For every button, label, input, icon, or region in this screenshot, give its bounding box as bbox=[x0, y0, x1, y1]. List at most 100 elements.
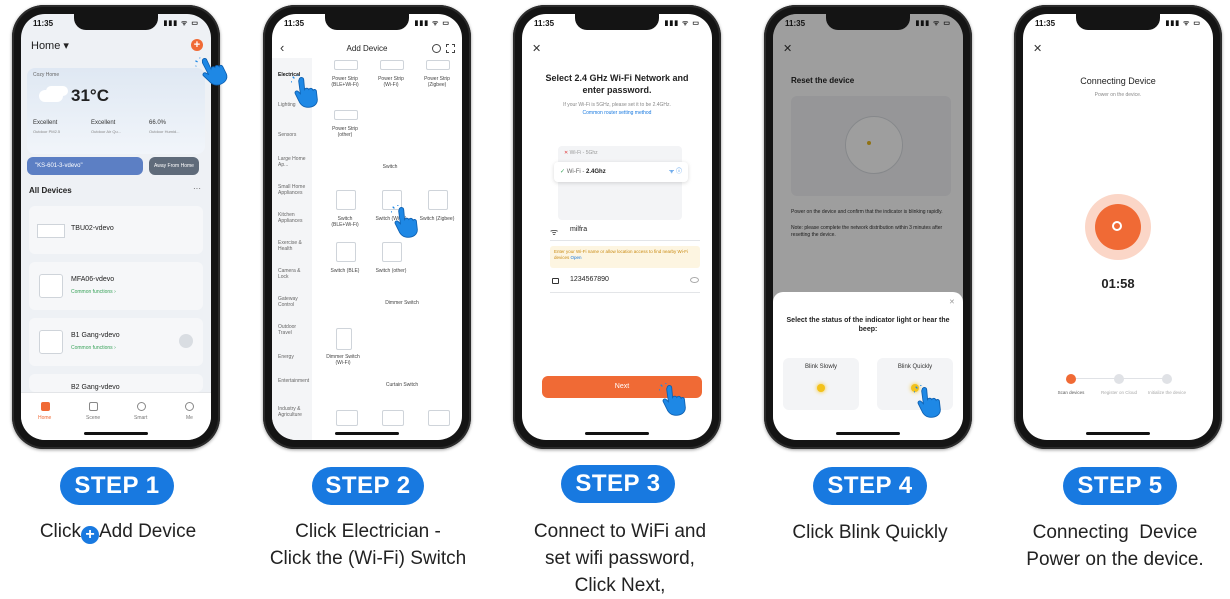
nav-me-icon[interactable] bbox=[185, 402, 194, 411]
section-dimmer: Dimmer Switch bbox=[385, 300, 419, 306]
notch bbox=[575, 14, 659, 30]
curtain-switch-icon[interactable] bbox=[382, 410, 404, 426]
sheet-title: Select the status of the indicator light… bbox=[786, 317, 950, 333]
nav-smart[interactable]: Smart bbox=[134, 415, 147, 421]
product-power-strip-other[interactable]: Power Strip (other) bbox=[327, 126, 363, 138]
step-3-badge: STEP 3 bbox=[561, 465, 675, 503]
bulb-icon bbox=[817, 384, 825, 392]
category-small-home[interactable]: Small Home Appliances bbox=[278, 184, 310, 196]
scan-icon[interactable] bbox=[432, 44, 441, 53]
blink-quickly-label: Blink Quickly bbox=[897, 364, 933, 370]
device-name-3: B1 Gang-vdevo bbox=[71, 332, 120, 339]
product-switch-other[interactable]: Switch (other) bbox=[373, 268, 409, 274]
category-kitchen[interactable]: Kitchen Appliances bbox=[278, 212, 310, 224]
wifi-title: Select 2.4 GHz Wi-Fi Network and enter p… bbox=[545, 73, 689, 95]
open-link[interactable]: Open bbox=[571, 255, 582, 260]
pointing-hand-icon bbox=[659, 383, 693, 417]
status-time: 11:35 bbox=[534, 19, 555, 28]
scene-button-1[interactable]: "KS-601-3-vdevo" bbox=[27, 157, 143, 175]
category-exercise[interactable]: Exercise & Health bbox=[278, 240, 310, 252]
weather-value-3: 66.0% bbox=[149, 120, 167, 126]
step-3-caption-line-1: Connect to WiFi and bbox=[533, 521, 707, 542]
location-warning: Enter your Wi-Fi name or allow location … bbox=[550, 246, 700, 268]
connecting-title: Connecting Device bbox=[1080, 76, 1156, 86]
step-dot-register bbox=[1114, 374, 1124, 384]
wifi-5g-label: Wi-Fi - 5Ghz bbox=[569, 150, 598, 156]
pointing-hand-icon bbox=[914, 385, 948, 419]
power-strip-icon[interactable] bbox=[334, 110, 358, 120]
nav-smart-icon[interactable] bbox=[137, 402, 146, 411]
search-icon bbox=[1112, 221, 1122, 231]
category-industry[interactable]: Industry & Agriculture bbox=[278, 406, 310, 418]
wifi-list: ✕ Wi-Fi - 5Ghz ✓ Wi-Fi - 2.4Ghz ᯤ ⓘ bbox=[554, 146, 688, 220]
more-icon[interactable]: ··· bbox=[193, 184, 201, 193]
nav-me[interactable]: Me bbox=[186, 415, 193, 421]
switch-icon[interactable] bbox=[382, 242, 402, 262]
notch bbox=[826, 14, 910, 30]
notch bbox=[325, 14, 409, 30]
wifi-5g-item[interactable]: ✕ Wi-Fi - 5Ghz bbox=[564, 150, 598, 156]
category-gateway[interactable]: Gateway Control bbox=[278, 296, 310, 308]
step-dot-scan bbox=[1066, 374, 1076, 384]
nav-home[interactable]: Home bbox=[38, 415, 51, 421]
notch bbox=[1076, 14, 1160, 30]
power-strip-icon[interactable] bbox=[426, 60, 450, 70]
device-name-4: B2 Gang-vdevo bbox=[71, 384, 120, 391]
sheet-close-icon[interactable]: ✕ bbox=[949, 298, 955, 306]
category-large-home[interactable]: Large Home Ap... bbox=[278, 156, 310, 168]
step-5-caption-line-1: Connecting Device bbox=[1032, 522, 1198, 543]
step-2-caption: Click Electrician - Click the (Wi-Fi) Sw… bbox=[248, 518, 488, 572]
add-device-icon[interactable]: + bbox=[191, 39, 203, 51]
product-power-strip-zigbee[interactable]: Power Strip (Zigbee) bbox=[419, 76, 455, 88]
password-field[interactable]: 1234567890 bbox=[570, 276, 609, 283]
phone-2: 11:35 ▮▮▮ ᯤ ▭ ‹ Add Device Electrical Lig… bbox=[263, 5, 471, 449]
nav-home-icon[interactable] bbox=[41, 402, 50, 411]
category-outdoor[interactable]: Outdoor Travel bbox=[278, 324, 310, 336]
eye-icon[interactable] bbox=[690, 277, 699, 283]
curtain-switch-icon[interactable] bbox=[336, 410, 358, 426]
device-row-2[interactable]: MFA06-vdevo Common functions › bbox=[29, 262, 203, 310]
close-icon[interactable]: ✕ bbox=[1033, 42, 1042, 55]
dimmer-icon[interactable] bbox=[336, 328, 352, 350]
category-entertainment[interactable]: Entertainment bbox=[278, 378, 310, 384]
nav-scene-icon[interactable] bbox=[89, 402, 98, 411]
phone-1: 11:35 ▮▮▮ ᯤ ▭ Home ▾ + Cozy Home 31°C Exc… bbox=[12, 5, 220, 449]
product-power-strip-ble[interactable]: Power Strip (BLE+Wi-Fi) bbox=[327, 76, 363, 88]
status-time: 11:35 bbox=[1035, 19, 1056, 28]
category-sensors[interactable]: Sensors bbox=[278, 132, 310, 138]
switch-icon[interactable] bbox=[428, 190, 448, 210]
power-strip-icon[interactable] bbox=[334, 60, 358, 70]
nav-scene[interactable]: Scene bbox=[86, 415, 100, 421]
switch-icon[interactable] bbox=[336, 242, 356, 262]
wifi-24g-item[interactable]: ✓ Wi-Fi - 2.4Ghz ᯤ ⓘ bbox=[554, 162, 688, 182]
switch-icon[interactable] bbox=[336, 190, 356, 210]
scene-button-2[interactable]: Away From Home bbox=[149, 157, 199, 175]
blink-slowly-option[interactable]: Blink Slowly bbox=[783, 358, 859, 410]
product-power-strip-wifi[interactable]: Power Strip (Wi-Fi) bbox=[373, 76, 409, 88]
status-icons: ▮▮▮ ᯤ ▭ bbox=[915, 20, 951, 27]
qr-icon[interactable] bbox=[446, 44, 455, 53]
product-switch-ble[interactable]: Switch (BLE) bbox=[327, 268, 363, 274]
ssid-field[interactable]: milfra bbox=[570, 226, 587, 233]
device-icon bbox=[39, 274, 63, 298]
wifi-24g-name: 2.4Ghz bbox=[586, 169, 606, 175]
step-5-badge: STEP 5 bbox=[1063, 467, 1177, 505]
plus-icon: + bbox=[81, 526, 99, 544]
home-selector[interactable]: Home ▾ bbox=[31, 39, 69, 52]
device-row-4[interactable]: B2 Gang-vdevo bbox=[29, 374, 203, 392]
product-switch-ble-wifi[interactable]: Switch (BLE+Wi-Fi) bbox=[327, 216, 363, 228]
router-setting-link[interactable]: Common router setting method bbox=[532, 110, 702, 116]
category-energy[interactable]: Energy bbox=[278, 354, 310, 360]
home-indicator bbox=[335, 432, 399, 435]
power-icon[interactable] bbox=[179, 334, 193, 348]
step-1-caption-post: Add Device bbox=[99, 521, 197, 542]
device-row-3[interactable]: B1 Gang-vdevo Common functions › bbox=[29, 318, 203, 366]
power-strip-icon[interactable] bbox=[380, 60, 404, 70]
weather-label-3: Outdoor Humid... bbox=[149, 129, 180, 134]
device-row-1[interactable]: TBU02-vdevo bbox=[29, 206, 203, 254]
product-dimmer-wifi[interactable]: Dimmer Switch (Wi-Fi) bbox=[325, 354, 361, 366]
category-camera[interactable]: Camera & Lock bbox=[278, 268, 310, 280]
close-icon[interactable]: ✕ bbox=[532, 42, 541, 55]
phone-5-screen: 11:35 ▮▮▮ ᯤ ▭ ✕ Connecting Device Power o… bbox=[1023, 14, 1213, 440]
curtain-switch-icon[interactable] bbox=[428, 410, 450, 426]
